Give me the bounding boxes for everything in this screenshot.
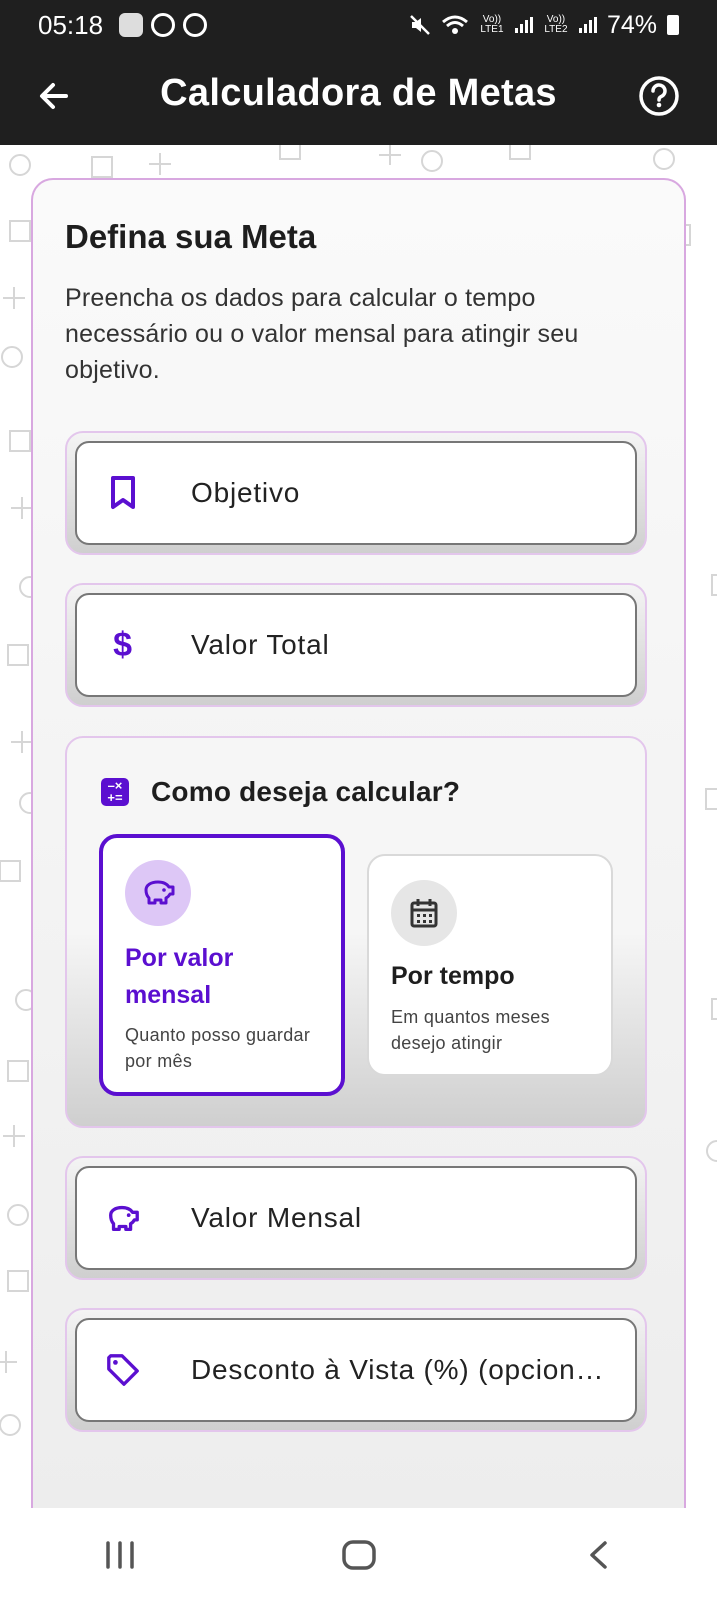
valor-mensal-label: Valor Mensal	[191, 1202, 362, 1233]
help-circle-icon	[639, 76, 679, 116]
app-icon	[119, 13, 144, 37]
tag-icon	[105, 1352, 141, 1388]
network-lte2: Vo)) LTE2	[544, 14, 568, 35]
card-description: Preencha os dados para calcular o tempo …	[65, 284, 579, 384]
desconto-field-wrap: Desconto à Vista (%) (opcion…	[65, 1308, 647, 1432]
page-title: Calculadora de Metas	[160, 72, 557, 114]
signal-icon	[578, 17, 597, 33]
piggy-bank-icon	[105, 1200, 141, 1236]
option-por-valor-mensal[interactable]: Por valor mensal Quanto posso guardar po…	[99, 834, 345, 1096]
valor-mensal-input[interactable]: Valor Mensal	[75, 1166, 637, 1270]
calculator-icon: –× +=	[101, 778, 129, 806]
calc-mode-section: –× += Como deseja calcular? Por valor men…	[65, 736, 647, 1128]
valor-total-label: Valor Total	[191, 629, 330, 660]
option-badge	[125, 860, 191, 926]
desconto-label: Desconto à Vista (%) (opcion…	[191, 1354, 605, 1385]
valor-total-input[interactable]: $ Valor Total	[75, 593, 637, 697]
system-nav-bar	[0, 1510, 717, 1600]
objetivo-input[interactable]: Objetivo	[75, 441, 637, 545]
dollar-icon: $	[113, 625, 133, 664]
home-icon	[341, 1540, 376, 1570]
option-badge	[391, 880, 457, 946]
back-icon	[589, 1541, 607, 1569]
signal-icon	[514, 17, 533, 33]
app-bar: Calculadora de Metas	[0, 50, 717, 145]
card-title: Defina sua Meta	[65, 218, 317, 255]
wifi-icon	[441, 15, 468, 34]
option-title: Por valor mensal	[125, 944, 234, 1009]
mute-icon	[410, 15, 430, 35]
battery-percent: 74%	[606, 10, 657, 39]
status-left: 05:18	[38, 9, 208, 41]
home-button[interactable]	[329, 1530, 389, 1580]
valor-mensal-field-wrap: Valor Mensal	[65, 1156, 647, 1280]
status-right: Vo)) LTE1 Vo)) LTE2 74%	[409, 11, 679, 40]
status-bar: 05:18 Vo)) LTE1 Vo)) LTE2 74%	[0, 0, 717, 50]
option-por-tempo[interactable]: Por tempo Em quantos meses desejo atingi…	[367, 854, 613, 1076]
sync-icon	[183, 13, 208, 37]
network-lte1: Vo)) LTE1	[480, 14, 504, 35]
option-description: Em quantos meses desejo atingir	[391, 1007, 550, 1053]
objetivo-label: Objetivo	[191, 477, 301, 508]
piggy-bank-icon	[144, 880, 175, 905]
calc-mode-header: –× += Como deseja calcular?	[101, 776, 460, 808]
calc-mode-title: Como deseja calcular?	[151, 776, 461, 807]
calendar-icon	[410, 899, 438, 928]
help-button[interactable]	[637, 74, 681, 118]
spotify-icon	[151, 13, 176, 37]
valor-total-field-wrap: $ Valor Total	[65, 583, 647, 707]
system-back-button[interactable]	[568, 1530, 628, 1580]
recent-apps-button[interactable]	[90, 1530, 150, 1580]
recent-apps-icon	[105, 1541, 134, 1569]
desconto-input[interactable]: Desconto à Vista (%) (opcion…	[75, 1318, 637, 1422]
objetivo-field-wrap: Objetivo	[65, 431, 647, 555]
bookmark-icon	[105, 475, 141, 511]
goal-card: Defina sua Meta Preencha os dados para c…	[31, 178, 686, 1508]
option-title: Por tempo	[391, 962, 515, 990]
status-time: 05:18	[38, 9, 104, 40]
battery-icon	[667, 15, 679, 35]
option-description: Quanto posso guardar por mês	[125, 1025, 311, 1071]
